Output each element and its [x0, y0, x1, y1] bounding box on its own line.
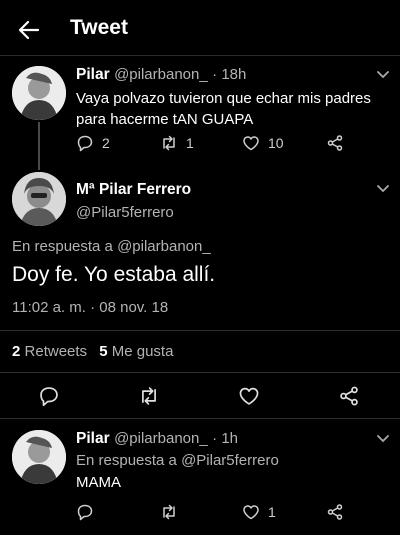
- author-name[interactable]: Mª Pilar Ferrero: [76, 181, 191, 199]
- chevron-down-icon[interactable]: [376, 184, 390, 194]
- retweets-stat[interactable]: 2 Retweets: [12, 343, 87, 360]
- share-button[interactable]: [326, 503, 344, 521]
- tweet-text: MAMA: [76, 474, 121, 491]
- thread-line: [38, 122, 40, 170]
- author-name[interactable]: Pilar: [76, 430, 110, 447]
- divider: [0, 418, 400, 419]
- retweet-icon: [160, 503, 178, 521]
- reply-icon: [76, 503, 94, 521]
- reply-button[interactable]: 2: [76, 134, 110, 152]
- author-handle[interactable]: @Pilar5ferrero: [76, 204, 174, 221]
- retweets-count: 2: [12, 343, 21, 360]
- tweet-header: Pilar @pilarbanon_ · 1h: [76, 430, 238, 448]
- retweets-label: Retweets: [24, 343, 88, 360]
- tweet-text: Vaya polvazo tuvieron que echar mis padr…: [76, 88, 371, 130]
- retweet-button[interactable]: [160, 503, 178, 521]
- avatar[interactable]: [12, 172, 66, 226]
- divider: [0, 372, 400, 373]
- like-count: 1: [268, 504, 276, 520]
- chevron-down-icon[interactable]: [376, 70, 390, 80]
- tweet-timestamp: 11:02 a. m. · 08 nov. 18: [12, 299, 169, 316]
- tweet-time: · 18h: [212, 66, 247, 83]
- like-count: 10: [268, 135, 284, 151]
- retweet-icon[interactable]: [138, 385, 160, 407]
- share-icon: [326, 503, 344, 521]
- likes-count: 5: [99, 343, 108, 360]
- divider: [0, 330, 400, 331]
- tweet-text-line: Vaya polvazo tuvieron que echar mis padr…: [76, 90, 371, 107]
- like-button[interactable]: 1: [242, 503, 276, 521]
- reply-context[interactable]: En respuesta a @pilarbanon_: [12, 238, 211, 255]
- like-icon: [242, 134, 260, 152]
- tweet-text: Doy fe. Yo estaba allí.: [12, 263, 216, 286]
- likes-stat[interactable]: 5 Me gusta: [99, 343, 173, 360]
- share-button[interactable]: [326, 134, 344, 152]
- like-icon[interactable]: [238, 385, 260, 407]
- page-title: Tweet: [70, 16, 128, 39]
- avatar[interactable]: [12, 66, 66, 120]
- reply-count: 2: [102, 135, 110, 151]
- like-icon: [242, 503, 260, 521]
- tweet-header: Pilar @pilarbanon_ · 18h: [76, 66, 246, 84]
- reply-icon: [76, 134, 94, 152]
- author-name[interactable]: Pilar: [76, 66, 110, 83]
- tweet-text-line: para hacerme tAN GUAPA: [76, 111, 254, 128]
- avatar[interactable]: [12, 430, 66, 484]
- reply-icon[interactable]: [38, 385, 60, 407]
- reply-context[interactable]: En respuesta a @Pilar5ferrero: [76, 452, 279, 469]
- reply-button[interactable]: [76, 503, 94, 521]
- author-handle[interactable]: @pilarbanon_: [114, 430, 208, 447]
- engagement-stats: 2 Retweets 5 Me gusta: [12, 343, 173, 360]
- chevron-down-icon[interactable]: [376, 434, 390, 444]
- like-button[interactable]: 10: [242, 134, 284, 152]
- tweet-time: · 1h: [212, 430, 239, 447]
- top-bar: Tweet: [0, 0, 400, 56]
- author-handle[interactable]: @pilarbanon_: [114, 66, 208, 83]
- retweet-count: 1: [186, 135, 194, 151]
- share-icon[interactable]: [338, 385, 360, 407]
- share-icon: [326, 134, 344, 152]
- back-arrow-icon[interactable]: [16, 17, 42, 43]
- likes-label: Me gusta: [111, 343, 174, 360]
- retweet-icon: [160, 134, 178, 152]
- retweet-button[interactable]: 1: [160, 134, 194, 152]
